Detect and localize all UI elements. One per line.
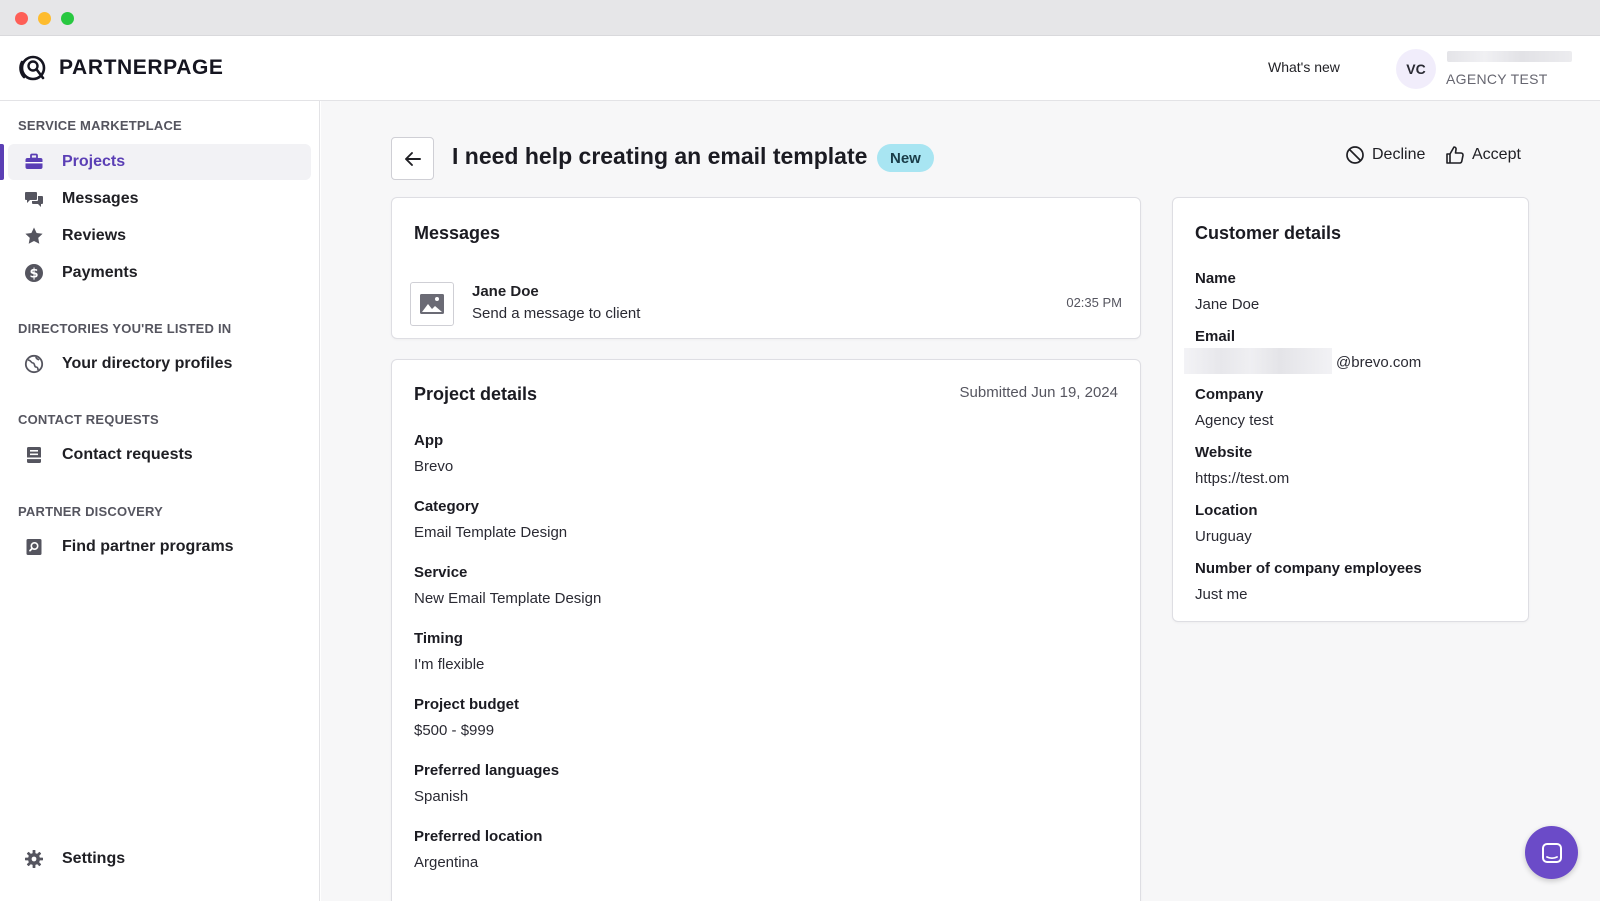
section-label-partner-discovery: PARTNER DISCOVERY [18,504,163,519]
field-label-location: Preferred location [414,828,543,845]
field-label-email: Email [1195,328,1236,345]
sidebar-item-projects[interactable]: Projects [8,144,311,180]
messages-card-title: Messages [414,223,501,243]
field-label-languages: Preferred languages [414,762,560,779]
field-value-app: Brevo [414,458,454,475]
field-label-company: Company [1195,386,1264,403]
field-value-company: Agency test [1195,412,1274,429]
field-label-category: Category [414,498,480,515]
sidebar: SERVICE MARKETPLACE Projects Messages Re… [0,101,320,901]
gear-icon [24,849,44,869]
svg-text:$: $ [29,267,38,282]
brand-logo[interactable]: PARTNERPAGE [17,52,224,84]
brand-name: PARTNERPAGE [59,56,224,79]
email-redacted [1184,348,1332,374]
project-details-title: Project details [414,384,538,404]
section-label-service-marketplace: SERVICE MARKETPLACE [18,118,182,133]
field-label-employees: Number of company employees [1195,560,1422,577]
decline-button[interactable]: Decline [1345,145,1425,165]
dollar-circle-icon: $ [24,263,44,283]
field-value-languages: Spanish [414,788,469,805]
chat-launcher-button[interactable] [1525,826,1578,879]
message-attachment-thumbnail[interactable] [410,282,454,326]
active-indicator [0,144,4,180]
page-title: I need help creating an email template [452,143,868,169]
user-avatar[interactable]: VC [1396,49,1436,89]
submitted-date: Submitted Jun 19, 2024 [959,384,1118,401]
message-sender[interactable]: Jane Doe [472,283,539,300]
field-value-name: Jane Doe [1195,296,1260,313]
sidebar-item-label: Payments [62,264,138,281]
section-label-directories: DIRECTORIES YOU'RE LISTED IN [18,321,232,336]
field-value-email[interactable]: @brevo.com [1336,354,1421,371]
window-titlebar [0,0,1600,36]
sidebar-item-directory-profiles[interactable]: Your directory profiles [8,346,311,382]
sidebar-item-label: Your directory profiles [62,355,233,372]
thumbs-up-icon [1446,146,1464,164]
customer-details-title: Customer details [1195,223,1342,243]
field-label-name: Name [1195,270,1236,287]
decline-icon [1346,146,1364,164]
messages-card: Messages Jane Doe Send a message to clie… [391,197,1141,339]
field-label-app: App [414,432,444,449]
status-badge: New [877,144,934,172]
customer-details-card: Customer details Name Jane Doe Email @br… [1172,197,1529,622]
field-value-website[interactable]: https://test.om [1195,470,1289,487]
sidebar-item-settings[interactable]: Settings [8,841,311,877]
field-value-timing: I'm flexible [414,656,485,673]
partnerpage-logo-icon [19,55,46,81]
accept-label: Accept [1472,146,1521,163]
field-label-budget: Project budget [414,696,520,713]
arrow-left-icon [404,151,421,166]
chat-icon [1541,842,1562,863]
minimize-window-button[interactable] [38,12,51,25]
sidebar-item-contact-requests[interactable]: Contact requests [8,437,311,473]
sidebar-item-label: Projects [62,153,126,170]
decline-label: Decline [1372,146,1426,163]
chat-bubbles-icon [24,189,44,209]
field-value-service: New Email Template Design [414,590,602,607]
section-label-contact-requests: CONTACT REQUESTS [18,412,159,427]
project-details-card: Project details Submitted Jun 19, 2024 A… [391,359,1141,901]
sidebar-item-find-partner-programs[interactable]: Find partner programs [8,529,311,565]
user-name-redacted [1447,51,1572,62]
close-window-button[interactable] [15,12,28,25]
search-book-icon [24,537,44,557]
globe-icon [24,354,44,374]
sidebar-item-label: Settings [62,850,126,867]
sidebar-item-messages[interactable]: Messages [8,181,311,217]
main-content: I need help creating an email template N… [321,101,1600,901]
field-label-customer-location: Location [1195,502,1258,519]
field-label-website: Website [1195,444,1253,461]
top-header: PARTNERPAGE What's new VC AGENCY TEST [0,36,1600,101]
field-value-location: Argentina [414,854,479,871]
user-org-name[interactable]: AGENCY TEST [1446,71,1548,87]
sidebar-item-payments[interactable]: $ Payments [8,255,311,291]
message-preview[interactable]: Send a message to client [472,305,640,322]
sidebar-item-reviews[interactable]: Reviews [8,218,311,254]
back-button[interactable] [391,137,434,180]
field-value-customer-location: Uruguay [1195,528,1252,545]
field-label-timing: Timing [414,630,463,647]
message-time: 02:35 PM [1066,295,1122,310]
image-placeholder-icon [420,294,444,314]
whats-new-link[interactable]: What's new [1268,59,1340,75]
maximize-window-button[interactable] [61,12,74,25]
star-icon [24,226,44,246]
sidebar-item-label: Reviews [62,227,127,244]
accept-button[interactable]: Accept [1445,145,1521,165]
field-value-employees: Just me [1195,586,1248,603]
sidebar-item-label: Find partner programs [62,538,234,555]
field-value-budget: $500 - $999 [414,722,495,739]
clipboard-icon [24,445,44,465]
sidebar-item-label: Contact requests [62,446,193,463]
field-value-category: Email Template Design [414,524,568,541]
briefcase-icon [24,152,44,172]
sidebar-item-label: Messages [62,190,139,207]
field-label-service: Service [414,564,468,581]
